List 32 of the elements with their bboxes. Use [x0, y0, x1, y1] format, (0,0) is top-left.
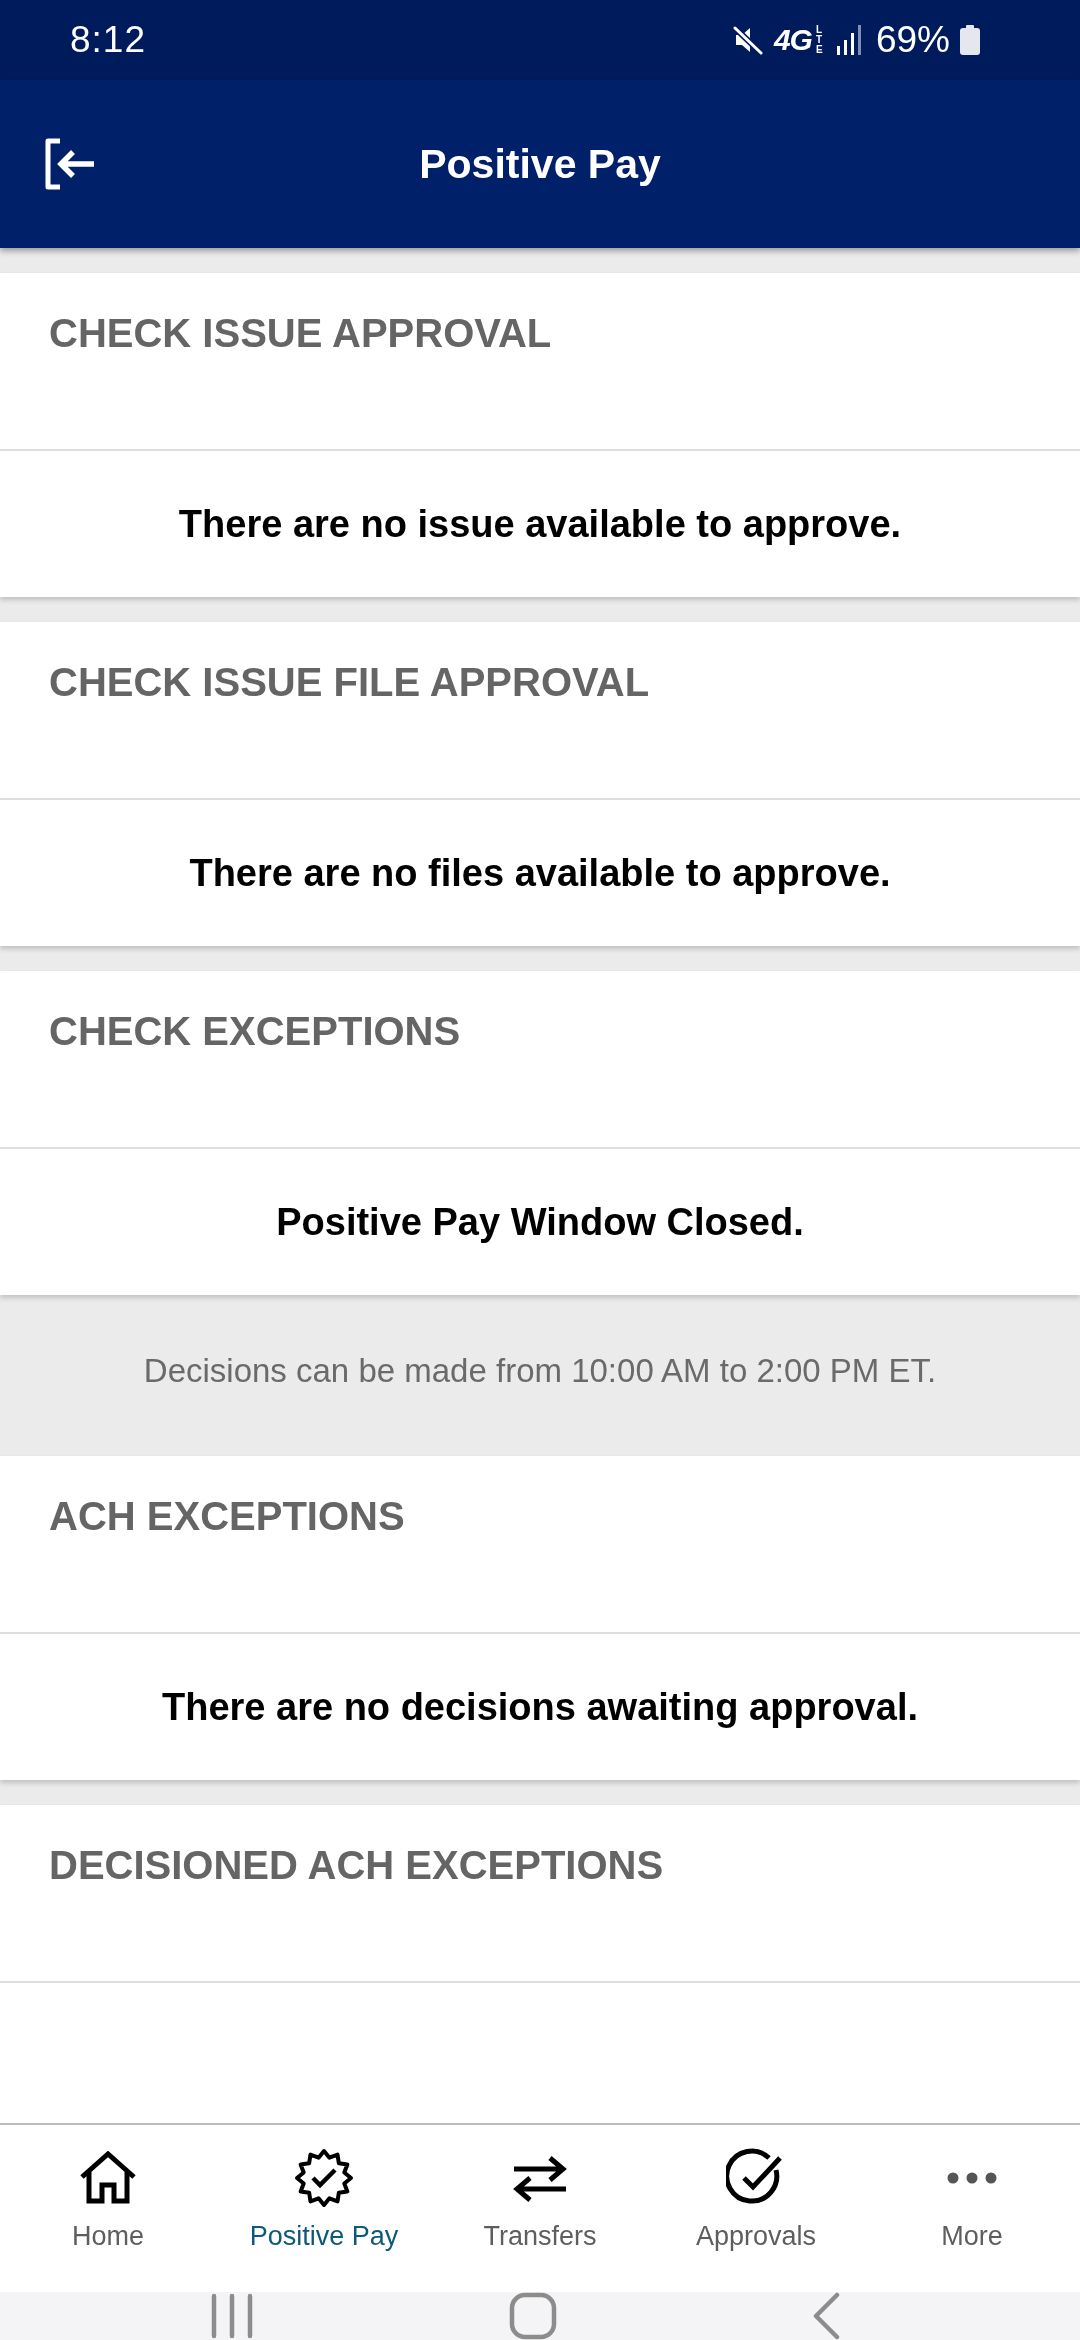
- home-button[interactable]: [509, 2292, 557, 2340]
- nav-tab[interactable]: Home: [0, 2125, 216, 2292]
- section-title: CHECK EXCEPTIONS: [49, 1008, 462, 1055]
- empty-state-message: There are no issue available to approve.: [178, 502, 902, 546]
- battery-icon: [960, 25, 980, 55]
- nav-tab[interactable]: Approvals: [648, 2125, 864, 2292]
- network-type: 4G: [773, 23, 812, 57]
- back-button[interactable]: [812, 2292, 840, 2340]
- nav-tab[interactable]: More: [864, 2125, 1080, 2292]
- home-icon: [79, 2151, 137, 2205]
- recent-apps-button[interactable]: [210, 2293, 254, 2339]
- section-title: ACH EXCEPTIONS: [49, 1493, 406, 1540]
- hours-notice: Decisions can be made from 10:00 AM to 2:00 PM ET.: [142, 1351, 938, 1391]
- signal-icon: [835, 25, 862, 55]
- check-badge-icon: [294, 2148, 354, 2208]
- section-title: CHECK ISSUE APPROVAL: [49, 310, 553, 357]
- nav-tab[interactable]: Transfers: [432, 2125, 648, 2292]
- network-subtype: LTE: [815, 25, 824, 55]
- more-icon: [947, 2172, 997, 2184]
- battery-percent: 69%: [875, 19, 950, 61]
- screen-title: Positive Pay: [419, 140, 661, 188]
- back-chevron-icon: [812, 2292, 840, 2340]
- section-title: CHECK ISSUE FILE APPROVAL: [49, 659, 651, 706]
- recent-apps-icon: [210, 2293, 254, 2339]
- home-square-icon: [509, 2292, 557, 2340]
- nav-tab[interactable]: Positive Pay: [216, 2125, 432, 2292]
- empty-state-message: There are no files available to approve.: [189, 851, 891, 895]
- clock-time: 8:12: [70, 19, 146, 61]
- empty-state-message: Positive Pay Window Closed.: [276, 1200, 804, 1244]
- section-title: DECISIONED ACH EXCEPTIONS: [49, 1842, 665, 1889]
- empty-state-message: There are no decisions awaiting approval.: [162, 1685, 918, 1729]
- mute-icon: [731, 25, 764, 55]
